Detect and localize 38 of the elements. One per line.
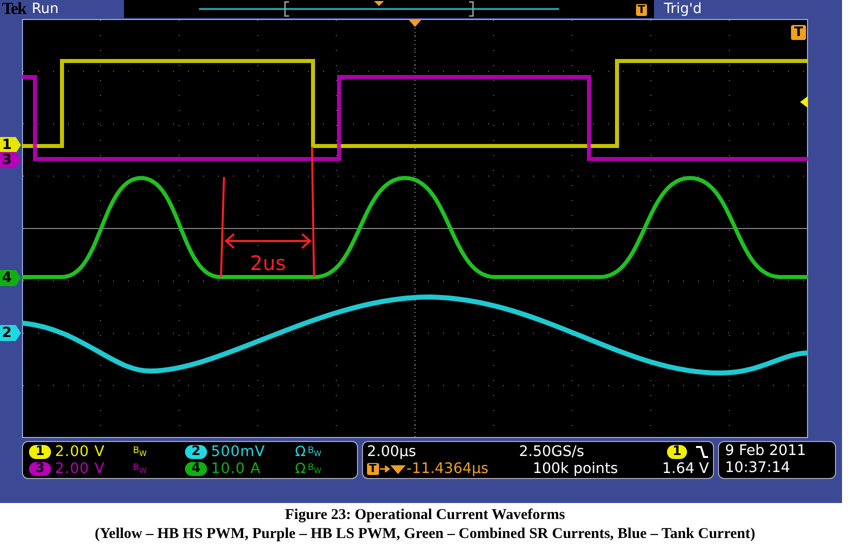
channel-scale: 2.00 V [55,444,106,460]
figure-title: Figure 23: Operational Current Waveforms [284,506,566,525]
channel-badge[interactable]: 1 [29,444,51,458]
sample-rate: 2.50GS/s [518,444,584,460]
trigger-badge: T [367,462,379,474]
bandwidth-indicator: B$_{W}$ [133,462,147,474]
horizontal-scale: 2.00µs [367,444,416,460]
impedance-indicator: Ω [295,460,306,476]
bandwidth-indicator: B$_{W}$ [308,462,322,474]
figure-legend: (Yellow – HB HS PWM, Purple – HB LS PWM, Green – Combined SR Currents, Blue – Tank Current) [0,525,850,544]
trigger-offset: -11.4364µs [406,460,488,476]
handwritten-annotation: 2us [250,251,286,275]
channel-scale: 500mV [211,444,266,460]
trigger-position-marker: T [791,25,806,40]
trigger-point-marker: T [636,4,648,16]
time-text: 10:37:14 [725,460,792,477]
trigger-source-badge: 1 [667,444,687,458]
trigger-level-icon [800,96,808,108]
channel-marker[interactable]: 2 [0,325,21,341]
delay-arrow-icon [380,462,406,474]
channel-scale: 10.0 A [211,460,262,476]
trigger-level: 1.64 V [662,460,709,476]
channel-marker[interactable]: 3 [0,152,21,168]
channel-marker[interactable]: 4 [0,270,21,286]
channel-badge[interactable]: 2 [185,444,207,458]
trigger-status: Trig'd [663,1,703,17]
channel-badge[interactable]: 4 [185,462,207,476]
acquisition-status: Run [32,1,60,17]
bandwidth-indicator: B$_{W}$ [308,446,322,458]
channel-badge[interactable]: 3 [29,462,51,476]
falling-edge-icon [695,444,709,458]
date-text: 9 Feb 2011 [725,443,808,460]
channel-scale: 2.00 V [55,460,106,476]
brand-logo: Tek [1,0,26,19]
bandwidth-indicator: B$_{W}$ [133,446,147,458]
channel-marker[interactable]: 1 [0,137,21,153]
impedance-indicator: Ω [295,444,306,460]
record-length: 100k points [532,460,618,476]
